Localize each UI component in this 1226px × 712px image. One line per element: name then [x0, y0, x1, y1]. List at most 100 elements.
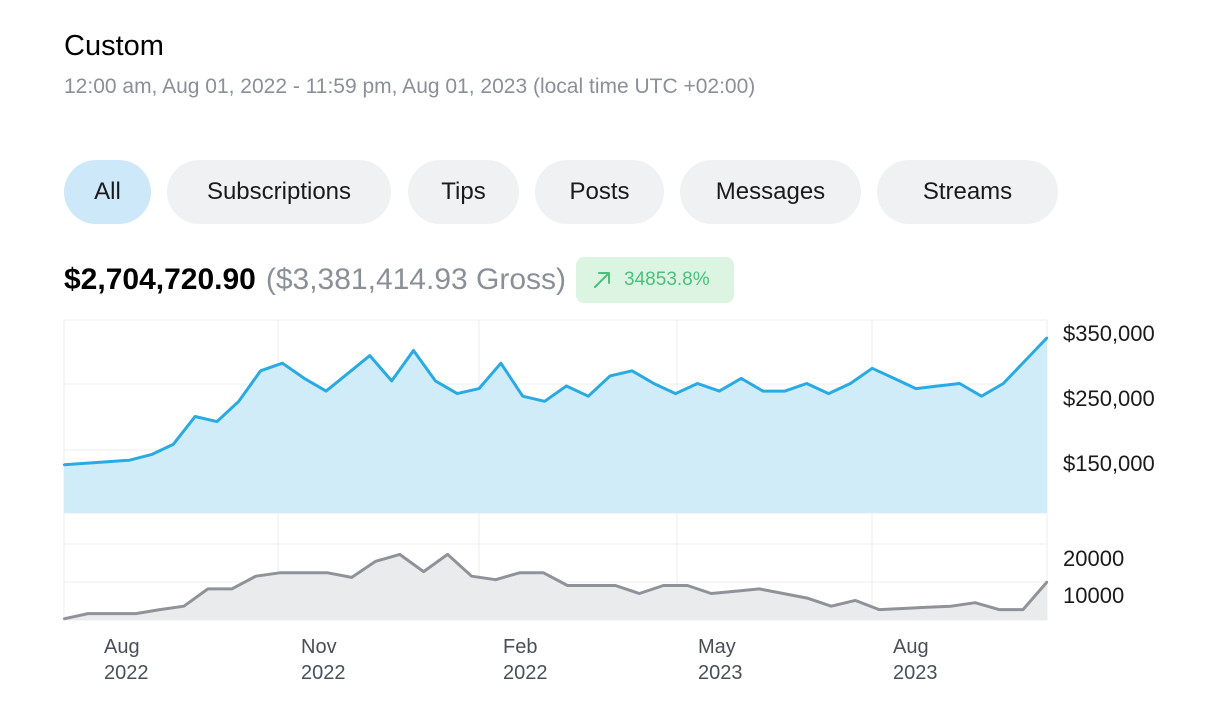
earnings-point: [477, 387, 481, 390]
count-point: [398, 553, 401, 556]
earnings-point: [608, 374, 612, 378]
count-point: [254, 575, 257, 578]
earnings-point: [761, 389, 765, 393]
earnings-point: [892, 377, 896, 380]
earnings-point: [652, 382, 655, 385]
count-point: [422, 570, 425, 573]
count-point: [758, 587, 761, 591]
earnings-point: [259, 369, 262, 372]
earnings-point: [150, 453, 153, 456]
earnings-point: [871, 367, 874, 370]
count-point: [710, 592, 713, 595]
earnings-point: [805, 382, 808, 385]
earnings-point: [62, 463, 66, 466]
count-point: [878, 608, 881, 611]
x-tick-month: Nov: [301, 636, 337, 658]
count-point: [158, 608, 162, 611]
earnings-point: [1045, 336, 1049, 339]
earnings-point: [281, 362, 284, 365]
count-point: [997, 608, 1001, 611]
x-tick-year: 2022: [301, 662, 346, 684]
earnings-point: [172, 443, 175, 446]
earnings-point: [324, 389, 328, 393]
x-tick-month: Aug: [893, 636, 929, 658]
count-point: [925, 606, 929, 609]
earnings-point: [193, 415, 197, 418]
count-point: [854, 599, 857, 602]
earnings-point: [630, 369, 634, 372]
count-point: [374, 560, 377, 563]
count-point: [1021, 608, 1025, 611]
x-tick-month: May: [698, 636, 736, 658]
earnings-point: [718, 389, 721, 393]
count-point: [470, 575, 473, 578]
y-tick-label: $150,000: [1063, 451, 1155, 476]
count-point: [542, 571, 545, 574]
count-point: [326, 571, 329, 574]
earnings-point: [521, 395, 524, 398]
count-point: [278, 571, 281, 574]
count-point: [230, 587, 233, 591]
count-point: [590, 584, 593, 587]
earnings-area: [64, 337, 1047, 513]
earnings-point: [412, 349, 415, 352]
count-point: [949, 605, 953, 608]
x-tick-year: 2023: [893, 662, 938, 684]
earnings-point: [827, 392, 830, 395]
count-point: [62, 617, 66, 620]
earnings-chart: $350,000 $250,000 $150,000 20000 10000 Aug 202…: [62, 319, 1155, 684]
count-point: [182, 605, 186, 608]
count-point: [973, 601, 977, 604]
earnings-point: [958, 382, 961, 385]
y-tick-label: 20000: [1063, 546, 1124, 571]
x-tick-year: 2022: [104, 662, 149, 684]
count-point: [518, 571, 521, 574]
count-point: [494, 578, 497, 581]
earnings-point: [368, 354, 371, 357]
earnings-point: [499, 362, 503, 365]
x-tick-month: Aug: [104, 636, 140, 658]
earnings-point: [1002, 382, 1005, 385]
earnings-point: [84, 462, 88, 465]
earnings-point: [303, 377, 306, 380]
earnings-point: [346, 372, 350, 375]
count-point: [446, 553, 449, 556]
count-point: [662, 584, 665, 587]
earnings-point: [237, 400, 240, 403]
count-point: [86, 612, 90, 615]
y-tick-label: $250,000: [1063, 386, 1155, 411]
y-tick-label: 10000: [1063, 583, 1124, 608]
x-tick-month: Feb: [503, 636, 537, 658]
earnings-point: [128, 459, 131, 462]
earnings-point: [849, 382, 852, 385]
count-point: [134, 612, 138, 615]
earnings-point: [106, 460, 109, 463]
count-point: [350, 576, 353, 579]
count-point: [110, 612, 114, 615]
earnings-point: [674, 392, 677, 395]
earnings-point: [1023, 359, 1027, 362]
count-point: [206, 587, 210, 591]
earnings-point: [696, 382, 699, 385]
count-point: [566, 584, 569, 587]
count-point: [734, 590, 737, 593]
count-point: [830, 605, 833, 608]
x-tick-year: 2023: [698, 662, 743, 684]
earnings-point: [565, 384, 568, 388]
earnings-point: [936, 384, 939, 388]
x-tick-year: 2022: [503, 662, 548, 684]
y-tick-label: $350,000: [1063, 321, 1155, 346]
count-point: [614, 584, 617, 587]
earnings-point: [740, 377, 743, 380]
count-point: [901, 607, 905, 610]
count-point: [806, 596, 809, 600]
earnings-point: [434, 379, 437, 383]
earnings-point: [914, 387, 918, 390]
earnings-point: [456, 392, 459, 395]
earnings-point: [587, 395, 590, 398]
count-point: [302, 571, 305, 574]
earnings-point: [543, 400, 546, 403]
count-point: [638, 592, 641, 595]
earnings-point: [215, 420, 219, 423]
earnings-point: [783, 389, 787, 393]
